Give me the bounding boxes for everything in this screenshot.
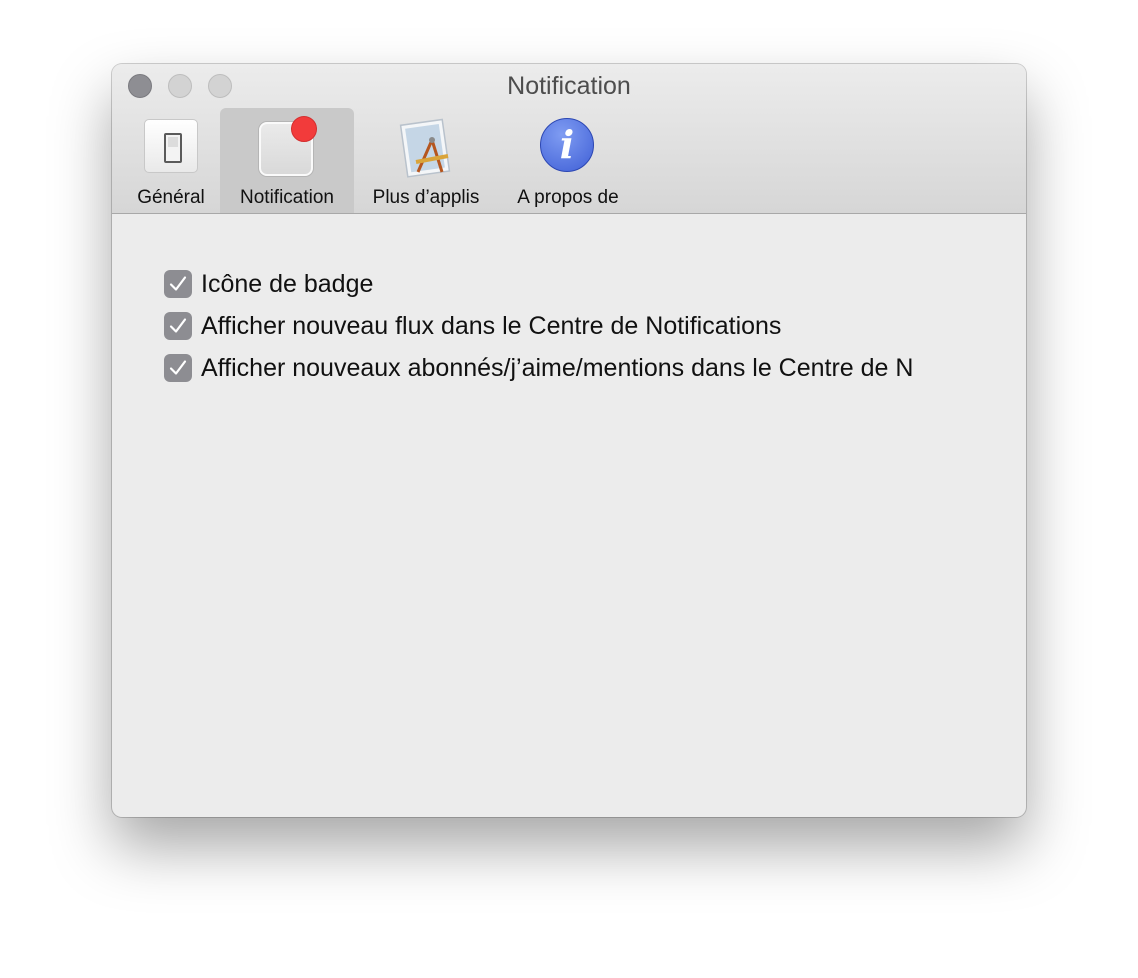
toolbar-item-about[interactable]: i A propos de: [502, 108, 634, 213]
checkbox-label: Afficher nouveau flux dans le Centre de …: [201, 312, 782, 340]
toolbar-item-notification[interactable]: Notification: [220, 108, 354, 213]
new-followers-checkbox[interactable]: [164, 354, 192, 382]
notification-settings-pane: Icône de badge Afficher nouveau flux dan…: [112, 214, 1026, 817]
notification-badge-icon: [257, 116, 317, 176]
preferences-window: Notification Général Notification Plus d…: [112, 64, 1026, 817]
toolbar-item-more-apps[interactable]: Plus d’applis: [360, 108, 492, 213]
switch-icon: [141, 116, 201, 176]
app-store-icon: [396, 116, 456, 178]
toolbar-item-label: Plus d’applis: [372, 187, 480, 208]
title-bar: Notification Général Notification Plus d…: [112, 64, 1026, 214]
info-icon: i: [538, 116, 598, 176]
checkbox-label: Icône de badge: [201, 270, 374, 298]
toolbar-item-label: Notification: [240, 187, 334, 208]
new-feed-checkbox[interactable]: [164, 312, 192, 340]
toolbar-item-label: A propos de: [517, 187, 619, 208]
toolbar-item-general[interactable]: Général: [126, 108, 216, 213]
badge-icon-checkbox[interactable]: [164, 270, 192, 298]
checkbox-label: Afficher nouveaux abonnés/j’aime/mention…: [201, 354, 914, 382]
window-title: Notification: [507, 72, 631, 100]
toolbar-item-label: Général: [137, 187, 205, 208]
